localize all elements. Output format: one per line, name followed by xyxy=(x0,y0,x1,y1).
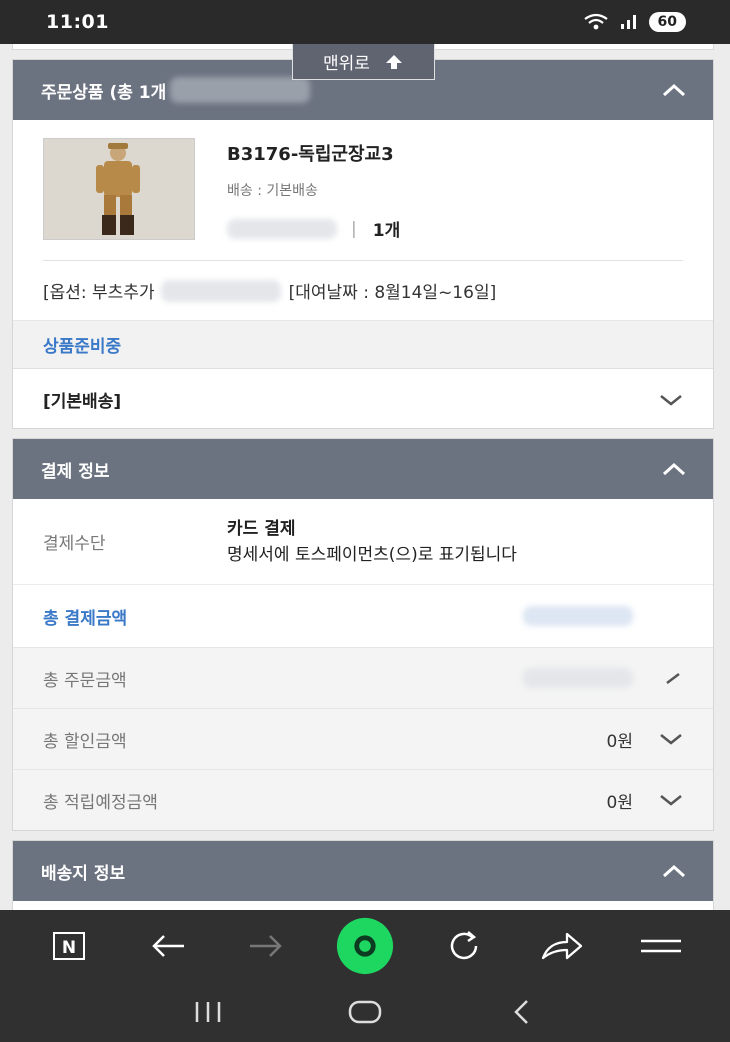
product-option: [옵션: 부츠추가 [대여날짜 : 8월14일~16일] xyxy=(43,278,496,303)
back-arrow-icon[interactable] xyxy=(138,918,198,974)
order-status-label: 상품준비중 xyxy=(13,320,713,368)
share-icon[interactable] xyxy=(532,918,592,974)
divider-line xyxy=(43,260,683,261)
system-nav-bar xyxy=(0,982,730,1042)
blurred-price xyxy=(227,218,337,239)
payment-method-value: 카드 결제 명세서에 토스페이먼츠(으)로 표기됩니다 xyxy=(227,516,517,568)
points-total-label: 총 적립예정금액 xyxy=(43,792,158,813)
payment-info-section: 결제 정보 결제수단 카드 결제 명세서에 토스페이먼츠(으)로 표기됩니다 총… xyxy=(12,438,714,831)
option-text: [옵션: 부츠추가 xyxy=(43,283,155,303)
browser-toolbar: N xyxy=(0,910,730,982)
page-content: 맨위로 주문상품 (총 1개 B3176-독립군장교3 배송: 기본배송 | … xyxy=(0,44,730,910)
product-price-qty: | 1개 xyxy=(227,216,400,241)
payment-method-name: 카드 결제 xyxy=(227,518,296,539)
recent-apps-icon[interactable] xyxy=(178,984,238,1040)
product-shipping: 배송 : 기본배송 xyxy=(227,183,318,199)
blurred-amount xyxy=(170,77,311,103)
divider: | xyxy=(351,218,357,239)
battery-indicator: 60 xyxy=(648,12,686,32)
blurred-order-total xyxy=(523,668,633,688)
chevron-down-icon[interactable] xyxy=(659,671,683,685)
discount-total-row[interactable]: 총 할인금액 0원 xyxy=(13,708,713,769)
refresh-icon[interactable] xyxy=(434,918,494,974)
product-item: B3176-독립군장교3 배송 : 기본배송 | 1개 [옵션: 부츠추가 [대… xyxy=(13,120,713,320)
up-arrow-icon xyxy=(385,54,402,69)
payment-info-title: 결제 정보 xyxy=(41,461,110,482)
chevron-up-icon[interactable] xyxy=(661,461,687,477)
order-total-row[interactable]: 총 주문금액 xyxy=(13,647,713,708)
total-payment-row: 총 결제금액 xyxy=(13,585,713,647)
uniform-figure-image xyxy=(44,139,194,239)
chevron-up-icon[interactable] xyxy=(661,82,687,98)
status-icons: 60 xyxy=(583,12,686,32)
rental-period: [대여날짜 : 8월14일~16일] xyxy=(288,283,497,303)
status-time: 11:01 xyxy=(46,11,109,33)
product-quantity: 1개 xyxy=(372,221,401,241)
product-name[interactable]: B3176-독립군장교3 xyxy=(227,140,394,166)
forward-arrow-icon[interactable] xyxy=(236,918,296,974)
order-total-label: 총 주문금액 xyxy=(43,670,127,691)
payment-method-row: 결제수단 카드 결제 명세서에 토스페이먼츠(으)로 표기됩니다 xyxy=(13,499,713,585)
product-thumbnail[interactable] xyxy=(43,138,195,240)
payment-info-header[interactable]: 결제 정보 xyxy=(13,439,713,499)
blurred-option-price xyxy=(160,279,281,302)
total-payment-label: 총 결제금액 xyxy=(43,608,128,629)
shipping-info-title: 배송지 정보 xyxy=(41,863,126,884)
delivery-type-row[interactable]: [기본배송] xyxy=(13,368,713,430)
payment-method-note: 명세서에 토스페이먼츠(으)로 표기됩니다 xyxy=(227,544,517,565)
wifi-icon xyxy=(583,13,608,30)
chevron-down-icon[interactable] xyxy=(659,393,683,407)
shipping-info-header[interactable]: 배송지 정보 xyxy=(13,841,713,901)
naver-n-icon[interactable]: N xyxy=(39,918,99,974)
chevron-down-icon[interactable] xyxy=(659,732,683,746)
shipping-info-section: 배송지 정보 xyxy=(12,840,714,910)
back-icon[interactable] xyxy=(492,984,552,1040)
menu-icon[interactable] xyxy=(631,918,691,974)
points-total-value: 0원 xyxy=(606,792,633,813)
svg-text:N: N xyxy=(62,938,76,958)
status-bar: 11:01 60 xyxy=(0,0,730,44)
chevron-up-icon[interactable] xyxy=(661,863,687,879)
order-items-title: 주문상품 (총 1개 xyxy=(41,82,167,103)
discount-total-label: 총 할인금액 xyxy=(43,731,127,752)
payment-method-label: 결제수단 xyxy=(43,534,106,554)
home-icon[interactable] xyxy=(335,984,395,1040)
back-to-top-label: 맨위로 xyxy=(323,54,370,74)
points-total-row[interactable]: 총 적립예정금액 0원 xyxy=(13,769,713,830)
back-to-top-button[interactable]: 맨위로 xyxy=(292,44,435,80)
discount-total-value: 0원 xyxy=(606,731,633,752)
order-items-section: 주문상품 (총 1개 B3176-독립군장교3 배송: 기본배송 | 1개 [… xyxy=(12,59,714,429)
green-home-icon[interactable] xyxy=(335,917,395,975)
chevron-down-icon[interactable] xyxy=(659,793,683,807)
delivery-type-label: [기본배송] xyxy=(43,392,122,412)
signal-icon xyxy=(620,15,636,29)
blurred-total-amount xyxy=(523,606,633,626)
